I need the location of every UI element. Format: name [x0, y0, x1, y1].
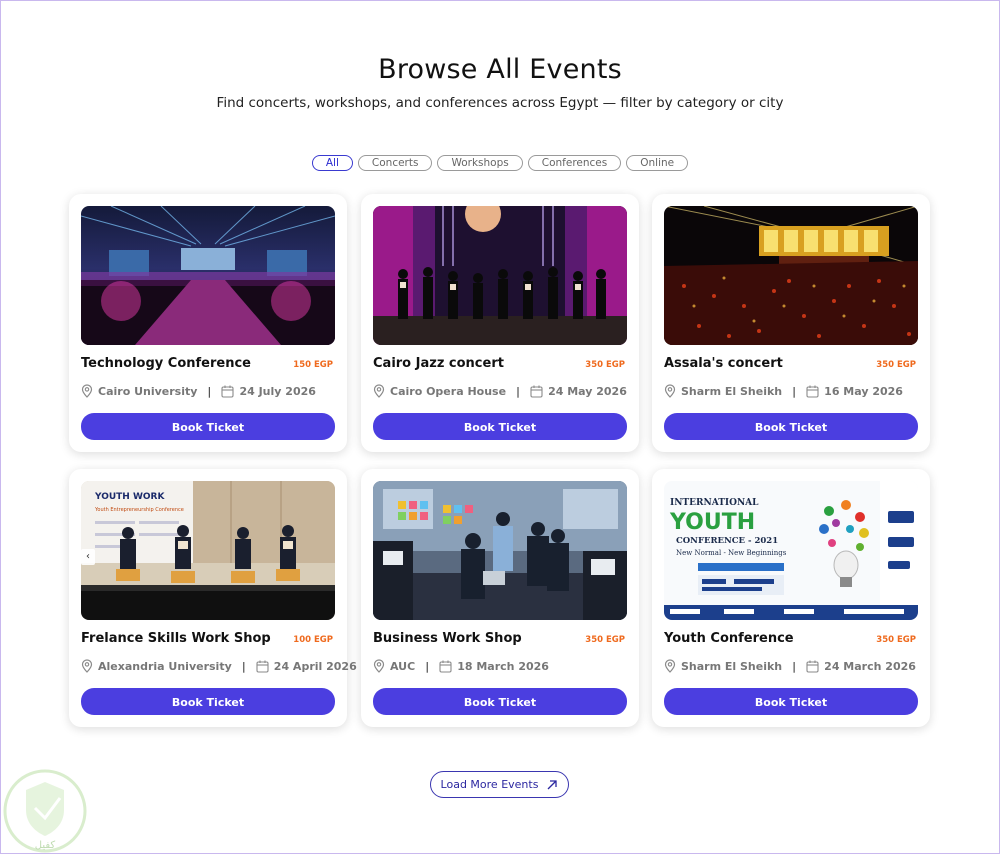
filter-chip-all[interactable]: All: [311, 155, 353, 171]
event-title: Technology Conference: [81, 356, 252, 371]
event-title: Assala's concert: [664, 356, 783, 371]
event-card[interactable]: Business Work Shop 350 EGP AUC | 18 Marc…: [361, 469, 639, 727]
event-price: 100 EGP: [293, 635, 333, 645]
location-pin-icon: [664, 659, 676, 673]
event-date: 24 July 2026: [239, 384, 316, 398]
filter-bar: All Concerts Workshops Conferences Onlin…: [0, 155, 1000, 171]
filter-chip-conferences[interactable]: Conferences: [527, 155, 622, 171]
event-location: AUC: [390, 659, 416, 673]
event-location: Cairo Opera House: [390, 384, 507, 398]
event-location: Sharm El Sheikh: [681, 384, 783, 398]
event-meta: AUC | 18 March 2026: [373, 659, 549, 673]
event-title: Youth Conference: [664, 631, 794, 646]
event-image: [81, 206, 335, 345]
poster-brand: YOUTH WORK: [94, 492, 165, 502]
location-pin-icon: [664, 384, 676, 398]
meta-separator: |: [425, 659, 430, 673]
load-more-button[interactable]: Load More Events: [430, 771, 569, 798]
event-date: 24 March 2026: [824, 659, 916, 673]
event-price: 350 EGP: [876, 360, 916, 370]
event-card[interactable]: YOUTH WORK Youth Entrepreneurship Confer…: [69, 469, 357, 727]
event-meta: Cairo Opera House | 24 May 2026: [373, 384, 627, 398]
book-ticket-button[interactable]: Book Ticket: [664, 413, 918, 440]
calendar-icon: [439, 660, 452, 673]
meta-separator: |: [792, 384, 797, 398]
event-meta: Sharm El Sheikh | 16 May 2026: [664, 384, 903, 398]
event-image: [373, 206, 627, 345]
page-title: Browse All Events: [378, 54, 622, 85]
event-title: Cairo Jazz concert: [373, 356, 504, 371]
load-more-label: Load More Events: [440, 778, 539, 791]
poster-subtitle: Youth Entrepreneurship Conference: [94, 507, 184, 513]
book-ticket-button[interactable]: Book Ticket: [664, 688, 918, 715]
event-date: 24 April 2026: [273, 659, 357, 673]
event-location: Alexandria University: [98, 659, 232, 673]
event-title: Frelance Skills Work Shop: [81, 631, 271, 646]
calendar-icon: [806, 660, 819, 673]
event-date: 24 May 2026: [548, 384, 627, 398]
meta-separator: |: [516, 384, 521, 398]
watermark-text: كفيل: [35, 840, 56, 851]
calendar-icon: [221, 385, 235, 398]
book-ticket-button[interactable]: Book Ticket: [373, 413, 627, 440]
book-ticket-button[interactable]: Book Ticket: [373, 688, 627, 715]
event-image: [664, 206, 918, 345]
event-date: 18 March 2026: [457, 659, 549, 673]
event-card[interactable]: Assala's concert 350 EGP Sharm El Sheikh…: [652, 194, 930, 452]
event-price: 350 EGP: [585, 360, 625, 370]
location-pin-icon: [373, 659, 385, 673]
book-ticket-button[interactable]: Book Ticket: [81, 413, 335, 440]
calendar-icon: [256, 660, 269, 673]
filter-chip-online[interactable]: Online: [626, 155, 689, 171]
poster-line3: CONFERENCE - 2021: [676, 536, 778, 546]
filter-chip-workshops[interactable]: Workshops: [437, 155, 523, 171]
event-meta: Cairo University | 24 July 2026: [81, 384, 316, 398]
event-card[interactable]: INTERNATIONAL YOUTH CONFERENCE - 2021 Ne…: [652, 469, 930, 727]
event-location: Sharm El Sheikh: [681, 659, 783, 673]
poster-line1: INTERNATIONAL: [670, 498, 759, 508]
watermark-logo: كفيل: [2, 768, 88, 854]
event-image: [373, 481, 627, 620]
book-ticket-button[interactable]: Book Ticket: [81, 688, 335, 715]
event-location: Cairo University: [98, 384, 198, 398]
event-price: 350 EGP: [876, 635, 916, 645]
poster-line2: YOUTH: [669, 510, 755, 535]
carousel-prev-button[interactable]: ‹: [81, 549, 95, 565]
event-card[interactable]: Technology Conference 150 EGP Cairo Univ…: [69, 194, 347, 452]
event-price: 350 EGP: [585, 635, 625, 645]
event-price: 150 EGP: [293, 360, 333, 370]
meta-separator: |: [792, 659, 797, 673]
location-pin-icon: [81, 659, 93, 673]
filter-chip-concerts[interactable]: Concerts: [357, 155, 433, 171]
calendar-icon: [530, 385, 543, 398]
poster-line4: New Normal - New Beginnings: [676, 549, 787, 557]
location-pin-icon: [373, 384, 385, 398]
location-pin-icon: [81, 384, 93, 398]
meta-separator: |: [241, 659, 246, 673]
event-image: YOUTH WORK Youth Entrepreneurship Confer…: [81, 481, 335, 620]
event-title: Business Work Shop: [373, 631, 522, 646]
arrow-up-right-icon: [547, 779, 558, 789]
event-image: INTERNATIONAL YOUTH CONFERENCE - 2021 Ne…: [664, 481, 918, 620]
meta-separator: |: [207, 384, 212, 398]
event-date: 16 May 2026: [824, 384, 903, 398]
event-card[interactable]: Cairo Jazz concert 350 EGP Cairo Opera H…: [361, 194, 639, 452]
event-meta: Sharm El Sheikh | 24 March 2026: [664, 659, 916, 673]
page-subtitle: Find concerts, workshops, and conference…: [216, 95, 784, 111]
calendar-icon: [806, 385, 819, 398]
event-meta: Alexandria University | 24 April 2026: [81, 659, 357, 673]
